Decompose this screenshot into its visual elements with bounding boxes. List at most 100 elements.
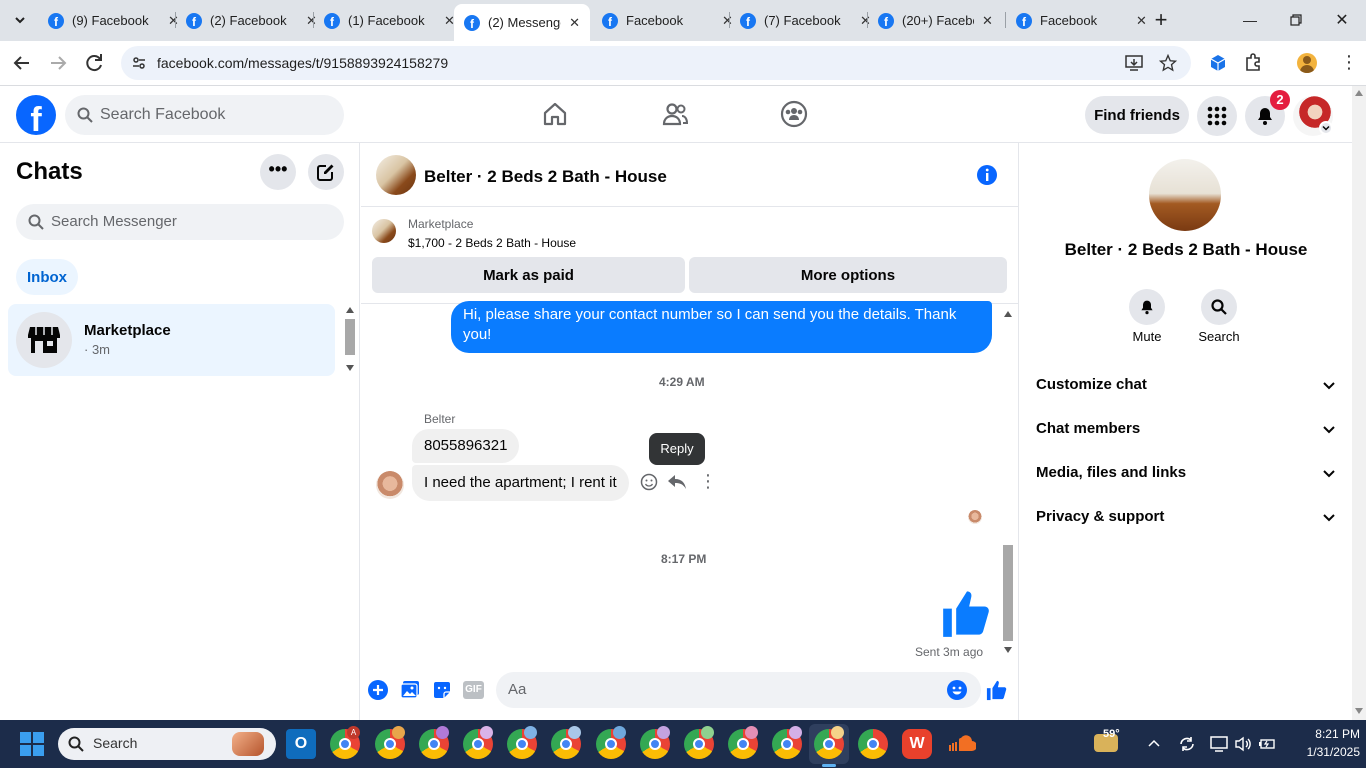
mark-as-paid-button[interactable]: Mark as paid [372, 257, 685, 293]
photo-icon[interactable] [400, 680, 420, 700]
facebook-favicon-icon: f [324, 12, 340, 29]
messages-scrollbar[interactable] [1001, 305, 1015, 659]
emoji-icon[interactable] [947, 680, 967, 700]
thumbs-up-sent-icon[interactable] [941, 587, 993, 639]
home-icon[interactable] [541, 100, 569, 128]
browser-menu-icon[interactable]: ⋮ [1340, 53, 1358, 71]
new-message-button[interactable] [308, 154, 344, 190]
profile-avatar-icon[interactable] [1297, 53, 1317, 73]
gif-icon[interactable]: GIF [463, 681, 484, 699]
address-bar[interactable]: facebook.com/messages/t/9158893924158279 [121, 46, 1191, 80]
chat-list-item[interactable]: Marketplace · 3m [8, 304, 335, 376]
close-window-icon[interactable]: ✕ [1322, 6, 1362, 34]
privacy-support-section[interactable]: Privacy & support [1036, 508, 1336, 532]
media-files-links-section[interactable]: Media, files and links [1036, 464, 1336, 488]
reload-icon[interactable] [82, 51, 106, 75]
taskbar-search-box[interactable]: Search [58, 728, 276, 760]
outlook-app-icon[interactable]: O [286, 729, 316, 759]
site-info-icon[interactable] [131, 55, 147, 71]
battery-icon[interactable] [1258, 735, 1276, 753]
outgoing-message[interactable]: Hi, please share your contact number so … [451, 301, 992, 353]
wps-office-icon[interactable]: W [902, 729, 932, 759]
menu-button[interactable] [1197, 96, 1237, 136]
chrome-app-icon[interactable] [596, 726, 626, 759]
chrome-app-icon[interactable] [507, 726, 537, 759]
clock-time[interactable]: 8:21 PM [1290, 727, 1360, 741]
page-scrollbar[interactable] [1352, 86, 1366, 720]
chrome-app-icon[interactable] [858, 729, 888, 759]
chat-options-button[interactable]: ••• [260, 154, 296, 190]
incoming-message[interactable]: I need the apartment; I rent it [412, 465, 629, 501]
browser-tab[interactable]: f (2) Facebook ✕ [176, 6, 327, 35]
browser-tab[interactable]: f (7) Facebook ✕ [730, 6, 881, 35]
listing-thumbnail[interactable] [372, 219, 396, 243]
browser-tab[interactable]: f (9) Facebook ✕ [38, 6, 189, 35]
clock-date[interactable]: 1/31/2025 [1280, 745, 1360, 759]
extension-cube-icon[interactable] [1208, 53, 1228, 73]
forward-icon[interactable] [46, 51, 70, 75]
close-tab-icon[interactable]: ✕ [982, 13, 993, 29]
search-conversation-button[interactable] [1201, 289, 1237, 325]
chat-members-section[interactable]: Chat members [1036, 420, 1336, 444]
bookmark-star-icon[interactable] [1159, 54, 1177, 72]
browser-tab[interactable]: f (1) Facebook ✕ [314, 6, 465, 35]
chrome-app-icon[interactable] [640, 726, 670, 759]
facebook-search-input[interactable]: Search Facebook [65, 95, 344, 135]
browser-tab[interactable]: f Facebook ✕ [592, 6, 743, 35]
info-icon[interactable] [976, 164, 998, 186]
restore-icon[interactable] [1276, 6, 1316, 34]
browser-tab[interactable]: f (20+) Facebook ✕ [868, 6, 1003, 35]
plus-circle-icon[interactable] [368, 680, 388, 700]
account-chevron-icon[interactable] [1319, 121, 1333, 135]
messenger-search-input[interactable]: Search Messenger [16, 204, 344, 240]
conversation-title[interactable]: Belter · 2 Beds 2 Bath - House [424, 167, 667, 187]
extensions-puzzle-icon[interactable] [1244, 52, 1264, 72]
more-options-button[interactable]: More options [689, 257, 1007, 293]
incoming-message[interactable]: 8055896321 [412, 429, 520, 463]
inbox-filter-tab[interactable]: Inbox [16, 259, 78, 295]
chats-title: Chats [16, 158, 83, 185]
chrome-app-icon[interactable] [728, 726, 758, 759]
message-composer-input[interactable]: Aa [496, 672, 981, 708]
close-tab-icon[interactable]: ✕ [569, 15, 580, 31]
chrome-app-icon[interactable] [772, 726, 802, 759]
chrome-app-icon[interactable] [375, 726, 405, 759]
react-emoji-icon[interactable] [640, 473, 658, 491]
conversation-avatar[interactable] [376, 155, 416, 195]
back-icon[interactable] [10, 51, 34, 75]
close-tab-icon[interactable]: ✕ [1136, 13, 1147, 29]
friends-icon[interactable] [661, 100, 689, 128]
tray-chevron-up-icon[interactable] [1148, 738, 1160, 750]
chrome-app-icon[interactable] [419, 726, 449, 759]
chrome-app-icon-active[interactable] [814, 726, 844, 759]
browser-tab[interactable]: f Facebook ✕ [1006, 6, 1157, 35]
thumbs-up-send-icon[interactable] [986, 679, 1008, 701]
chrome-app-icon[interactable] [551, 726, 581, 759]
windows-start-icon[interactable] [20, 732, 44, 756]
groups-icon[interactable] [780, 100, 808, 128]
sync-icon[interactable] [1178, 735, 1196, 753]
install-app-icon[interactable] [1125, 54, 1143, 72]
find-friends-button[interactable]: Find friends [1085, 96, 1189, 134]
message-more-icon[interactable]: ⋮ [699, 471, 717, 491]
sticker-icon[interactable] [432, 680, 452, 700]
conversation-details-panel: Belter · 2 Beds 2 Bath - House Mute Sear… [1020, 143, 1352, 720]
new-tab-button[interactable]: + [1148, 8, 1174, 34]
mute-button[interactable] [1129, 289, 1165, 325]
details-avatar[interactable] [1149, 159, 1221, 231]
chrome-app-icon[interactable] [684, 726, 714, 759]
facebook-logo-icon[interactable]: f [16, 95, 56, 135]
volume-icon[interactable] [1234, 735, 1252, 753]
reply-icon[interactable] [667, 473, 687, 491]
listing-title[interactable]: $1,700 - 2 Beds 2 Bath - House [408, 236, 576, 250]
customize-chat-section[interactable]: Customize chat [1036, 376, 1336, 400]
chat-list-scrollbar[interactable] [343, 304, 357, 376]
browser-tab-active[interactable]: f (2) Messenger ✕ [454, 4, 590, 41]
display-icon[interactable] [1210, 735, 1228, 753]
chrome-app-icon[interactable]: A [330, 726, 360, 759]
minimize-icon[interactable]: — [1230, 6, 1270, 34]
soundcloud-icon[interactable] [946, 729, 977, 759]
chrome-app-icon[interactable] [463, 726, 493, 759]
sender-avatar[interactable] [376, 471, 404, 499]
tab-search-button[interactable] [8, 8, 32, 32]
